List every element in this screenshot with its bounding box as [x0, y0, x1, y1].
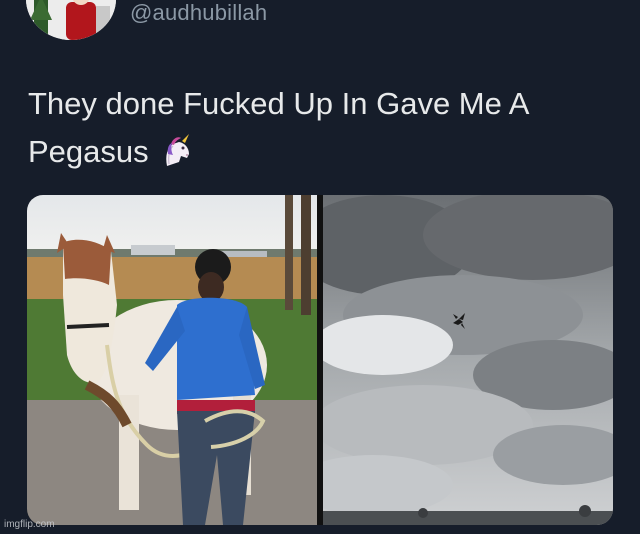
- sky-photo[interactable]: [293, 195, 613, 525]
- user-handle[interactable]: @audhubillah: [130, 0, 267, 26]
- tweet-text-content: They done Fucked Up In Gave Me A Pegasus: [28, 86, 528, 169]
- unicorn-emoji-icon: [159, 134, 195, 182]
- tweet-media[interactable]: [27, 195, 613, 525]
- avatar[interactable]: [26, 0, 116, 40]
- tweet-text: They done Fucked Up In Gave Me A Pegasus: [28, 80, 618, 182]
- watermark: imgflip.com: [4, 519, 55, 530]
- horse-photo[interactable]: [27, 195, 317, 525]
